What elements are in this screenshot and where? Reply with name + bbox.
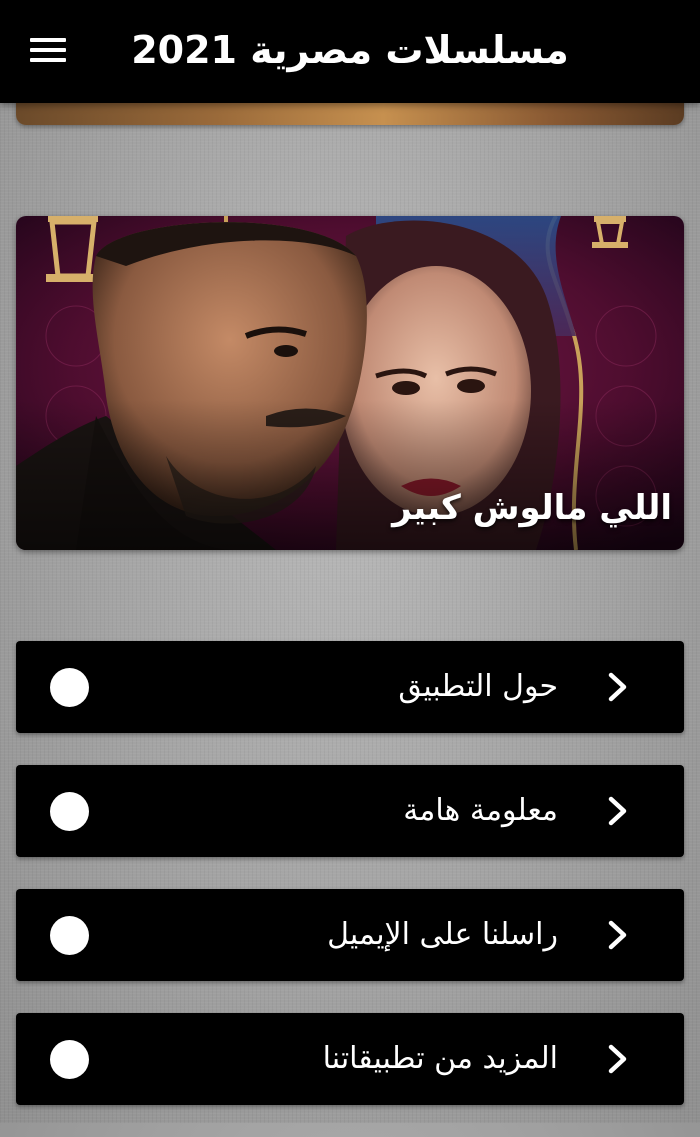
about-app-menu-item[interactable]: حول التطبيق (16, 641, 684, 733)
menu-item-label: راسلنا على الإيميل (327, 917, 558, 952)
series-title: اللي مالوش كبير (392, 488, 672, 528)
bullet-dot-icon (50, 668, 89, 707)
menu-item-label: معلومة هامة (403, 793, 558, 828)
chevron-right-icon (608, 672, 627, 702)
contact-email-menu-item[interactable]: راسلنا على الإيميل (16, 889, 684, 981)
menu-item-label: حول التطبيق (398, 669, 558, 704)
hamburger-menu-icon[interactable] (30, 30, 78, 70)
app-bar: مسلسلات مصرية 2021 (0, 0, 700, 103)
menu-item-label: المزيد من تطبيقاتنا (322, 1041, 558, 1076)
featured-series-card[interactable]: اللي مالوش كبير (16, 216, 684, 550)
bullet-dot-icon (50, 916, 89, 955)
app-menu-list: حول التطبيق معلومة هامة راسلنا على الإيم… (16, 641, 684, 1137)
important-info-menu-item[interactable]: معلومة هامة (16, 765, 684, 857)
chevron-right-icon (608, 796, 627, 826)
bullet-dot-icon (50, 1040, 89, 1079)
page-title: مسلسلات مصرية 2021 (131, 28, 569, 72)
chevron-right-icon (608, 1044, 627, 1074)
more-apps-menu-item[interactable]: المزيد من تطبيقاتنا (16, 1013, 684, 1105)
bullet-dot-icon (50, 792, 89, 831)
chevron-right-icon (608, 920, 627, 950)
